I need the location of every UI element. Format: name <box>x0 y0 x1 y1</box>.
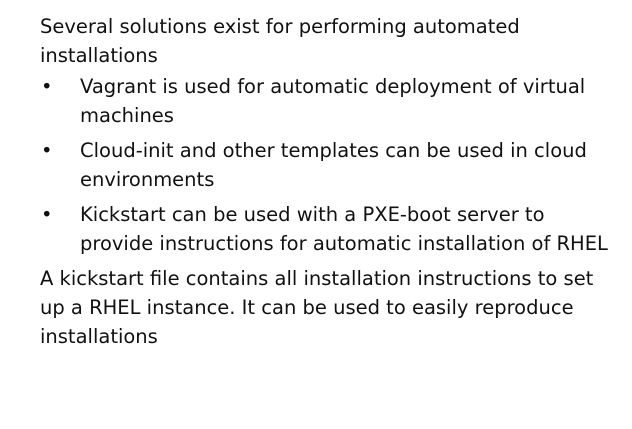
bullet-text: Cloud-init and other templates can be us… <box>80 139 587 191</box>
bullet-dot-icon: • <box>41 203 53 226</box>
bullet-text: Kickstart can be used with a PXE-boot se… <box>80 203 608 255</box>
bullet-item-vagrant: • Vagrant is used for automatic deployme… <box>40 72 612 130</box>
bullet-item-kickstart: • Kickstart can be used with a PXE-boot … <box>40 200 612 258</box>
bullet-dot-icon: • <box>41 139 53 162</box>
slide-content: Several solutions exist for performing a… <box>0 0 632 429</box>
bullet-list: • Vagrant is used for automatic deployme… <box>40 72 612 258</box>
intro-paragraph: Several solutions exist for performing a… <box>40 15 520 67</box>
bullet-dot-icon: • <box>41 75 53 98</box>
bullet-text: Vagrant is used for automatic deployment… <box>80 75 586 127</box>
closing-paragraph: A kickstart file contains all installati… <box>40 267 594 348</box>
bullet-item-cloud-init: • Cloud-init and other templates can be … <box>40 136 612 194</box>
